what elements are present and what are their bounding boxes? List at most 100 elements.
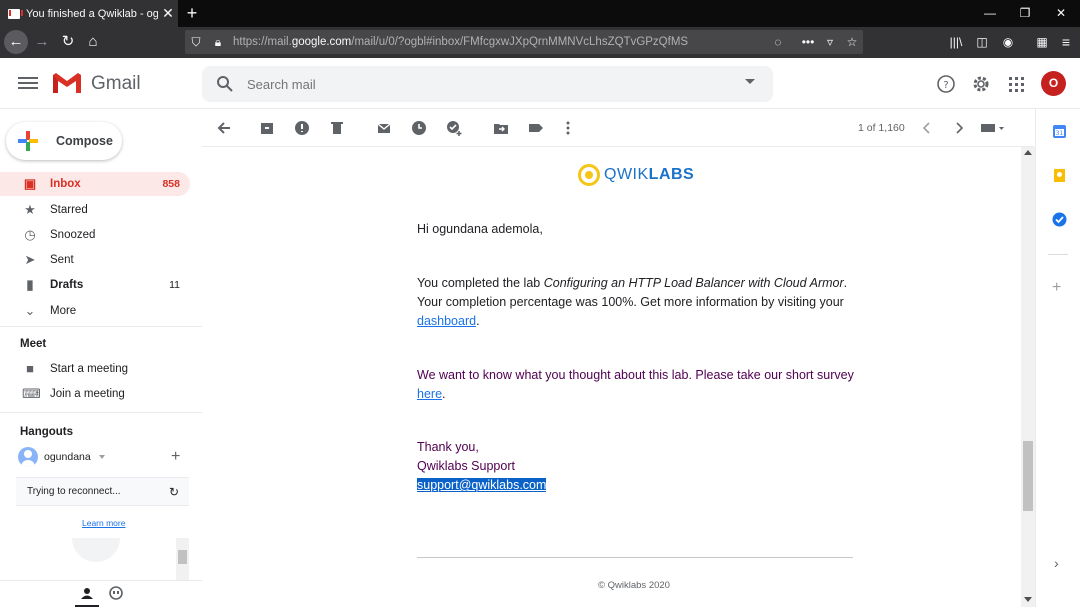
compose-button[interactable]: Compose: [6, 122, 122, 160]
inbox-icon: ▣: [23, 176, 37, 191]
newer-chevron-left-icon[interactable]: [918, 119, 936, 137]
scroll-up-arrow-icon[interactable]: [1024, 150, 1032, 155]
sidebar-item-label: Drafts: [50, 279, 84, 291]
maximize-window-button[interactable]: ❐: [1008, 0, 1042, 27]
sidebar-item-snoozed[interactable]: ◷ Snoozed: [0, 223, 190, 247]
move-to-icon[interactable]: [492, 119, 510, 137]
survey-link[interactable]: here: [417, 387, 442, 401]
new-tab-button[interactable]: +: [182, 2, 202, 24]
sidebar-item-label: More: [50, 305, 77, 317]
sidebar-bottom-bar: [0, 580, 202, 607]
sidebar-toggle-icon[interactable]: ◫: [970, 30, 994, 54]
compose-label: Compose: [56, 134, 113, 148]
report-spam-icon[interactable]: [293, 119, 311, 137]
close-window-button[interactable]: ✕: [1044, 0, 1078, 27]
main-menu-icon[interactable]: [18, 74, 38, 92]
join-meeting-item[interactable]: ⌨ Join a meeting: [0, 382, 190, 406]
sidebar-item-starred[interactable]: ★ Starred: [0, 198, 190, 222]
email-thanks: Thank you,: [417, 440, 479, 454]
bookmark-star-icon[interactable]: ☆: [841, 35, 863, 49]
email-signature: Qwiklabs Support: [417, 459, 515, 473]
delete-icon[interactable]: [328, 119, 346, 137]
sidebar-scroll-thumb[interactable]: [178, 550, 187, 564]
lightbulb-icon[interactable]: ◌: [767, 35, 789, 49]
drafts-count: 11: [169, 279, 180, 291]
gmail-logo-icon[interactable]: [52, 72, 82, 94]
new-conversation-button[interactable]: +: [171, 448, 180, 466]
search-icon[interactable]: [216, 75, 234, 93]
settings-gear-icon[interactable]: [970, 73, 992, 95]
search-bar[interactable]: [202, 66, 773, 102]
dashboard-link[interactable]: dashboard: [417, 314, 476, 328]
browser-tab[interactable]: You finished a Qwiklab - ogund ✕: [0, 0, 178, 27]
keep-icon[interactable]: [1052, 168, 1067, 183]
refresh-icon[interactable]: ↻: [169, 485, 189, 499]
extensions-icon[interactable]: ▦: [1030, 30, 1054, 54]
star-icon: ★: [24, 202, 36, 217]
start-meeting-item[interactable]: ■ Start a meeting: [0, 357, 190, 381]
minimize-window-button[interactable]: —: [973, 0, 1007, 27]
hangouts-heading: Hangouts: [20, 426, 74, 438]
tasks-icon[interactable]: [1052, 212, 1067, 227]
hangouts-user-selector[interactable]: ogundana: [18, 446, 188, 468]
draft-icon: ▮: [26, 277, 34, 292]
back-button[interactable]: ←: [4, 30, 28, 54]
mark-unread-icon[interactable]: [375, 119, 393, 137]
help-icon[interactable]: ?: [935, 73, 957, 95]
close-tab-icon[interactable]: ✕: [158, 5, 178, 22]
archive-icon[interactable]: [258, 119, 276, 137]
hangouts-chat-icon[interactable]: [107, 585, 125, 603]
sidebar-scrollbar[interactable]: [176, 538, 189, 580]
home-button[interactable]: ⌂: [81, 30, 105, 54]
input-tools-keyboard-icon[interactable]: [979, 119, 1007, 137]
get-addons-plus-icon[interactable]: +: [1052, 279, 1061, 297]
snooze-clock-icon[interactable]: [410, 119, 428, 137]
chevron-down-icon: ⌄: [24, 303, 36, 318]
user-avatar-icon: [18, 447, 38, 467]
more-options-icon[interactable]: [559, 119, 577, 137]
sidebar-item-more[interactable]: ⌄ More: [0, 299, 190, 323]
sidebar-item-drafts[interactable]: ▮ Drafts 11: [0, 273, 190, 297]
forward-button[interactable]: →: [30, 30, 54, 54]
message-scrollbar[interactable]: [1021, 147, 1035, 607]
reload-button[interactable]: ↻: [56, 30, 80, 54]
support-email-link[interactable]: support@qwiklabs.com: [417, 478, 547, 492]
caret-down-icon[interactable]: [98, 455, 105, 459]
message-scroll-thumb[interactable]: [1023, 441, 1033, 511]
page-actions-icon[interactable]: •••: [797, 35, 819, 49]
toolbar-divider: [202, 146, 1034, 147]
reconnect-text: Trying to reconnect...: [27, 486, 121, 497]
menu-icon[interactable]: ≡: [1054, 30, 1078, 54]
show-side-panel-chevron-icon[interactable]: ›: [1054, 555, 1059, 571]
hangouts-user-name: ogundana: [44, 451, 91, 463]
scroll-down-arrow-icon[interactable]: [1024, 597, 1032, 602]
gmail-brand[interactable]: Gmail: [91, 73, 141, 95]
library-icon[interactable]: |||\: [944, 30, 968, 54]
lab-name: Configuring an HTTP Load Balancer with C…: [543, 276, 844, 290]
pocket-icon[interactable]: ▿: [819, 35, 841, 49]
search-input[interactable]: [247, 74, 727, 94]
older-chevron-right-icon[interactable]: [950, 119, 968, 137]
account-avatar[interactable]: O: [1041, 71, 1066, 96]
calendar-icon[interactable]: 31: [1052, 124, 1067, 139]
back-arrow-icon[interactable]: [215, 119, 233, 137]
sidebar-item-inbox[interactable]: ▣ Inbox 858: [0, 172, 190, 196]
learn-more-link[interactable]: Learn more: [82, 518, 125, 528]
sidebar-item-label: Starred: [50, 204, 88, 216]
sidebar-item-sent[interactable]: ➤ Sent: [0, 248, 190, 272]
account-icon[interactable]: ◉: [996, 30, 1020, 54]
pagination-text: 1 of 1,160: [858, 122, 905, 134]
contacts-tab[interactable]: [75, 581, 99, 607]
shield-icon[interactable]: ⛉: [185, 35, 207, 50]
sidebar-item-label: Inbox: [50, 178, 81, 190]
google-apps-icon[interactable]: [1005, 73, 1027, 95]
lock-icon[interactable]: 🔒︎: [207, 35, 229, 50]
reconnect-banner: Trying to reconnect... ↻: [16, 477, 189, 506]
search-options-icon[interactable]: [745, 79, 755, 84]
label-icon[interactable]: [527, 119, 545, 137]
add-to-tasks-icon[interactable]: [445, 119, 463, 137]
url-bar[interactable]: ⛉ 🔒︎ https://mail.google.com/mail/u/0/?o…: [185, 30, 863, 54]
url-text[interactable]: https://mail.google.com/mail/u/0/?ogbl#i…: [233, 36, 767, 48]
sidebar-item-label: Sent: [50, 254, 74, 266]
browser-tab-bar: You finished a Qwiklab - ogund ✕ + — ❐ ✕: [0, 0, 1080, 27]
